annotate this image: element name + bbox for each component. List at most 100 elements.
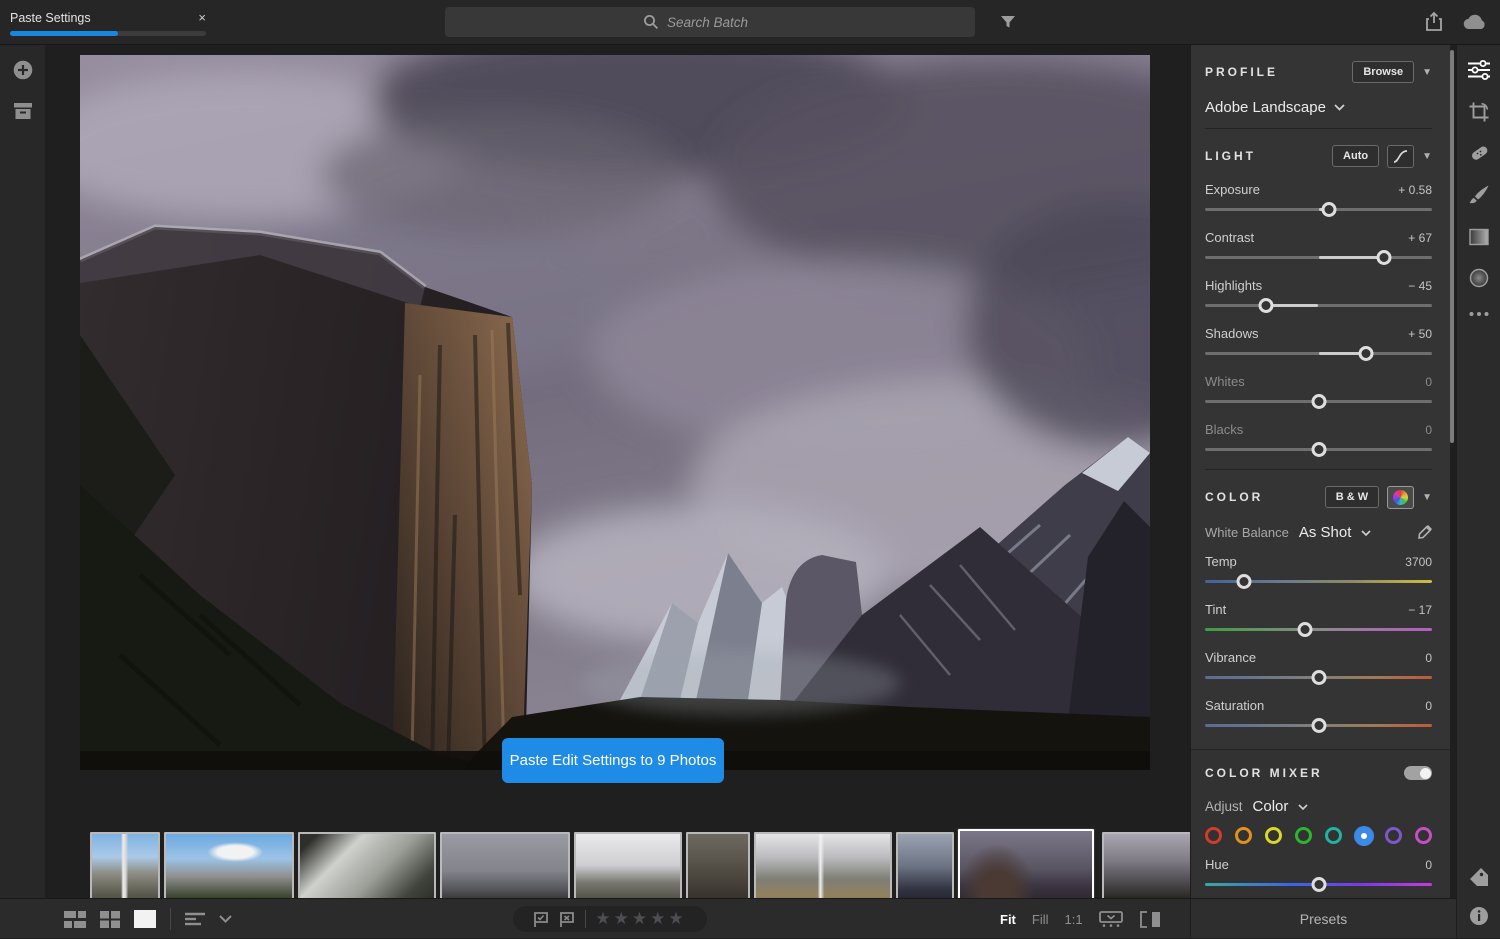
info-icon[interactable]: [1469, 906, 1489, 926]
panel-scrollbar[interactable]: [1450, 50, 1454, 443]
profile-selector[interactable]: Adobe Landscape: [1205, 99, 1432, 116]
star-rating[interactable]: ★★★★★: [595, 909, 686, 929]
exposure-slider[interactable]: Exposure + 0.58: [1205, 182, 1432, 217]
auto-button[interactable]: Auto: [1332, 145, 1380, 167]
yellow-channel-dot[interactable]: [1265, 827, 1282, 844]
slider-handle[interactable]: [1311, 394, 1326, 409]
slider-track[interactable]: [1205, 621, 1432, 637]
slider-handle[interactable]: [1236, 574, 1252, 589]
slider-track[interactable]: [1205, 573, 1432, 589]
whites-slider[interactable]: Whites 0: [1205, 374, 1432, 409]
highlights-slider[interactable]: Highlights − 45: [1205, 278, 1432, 313]
slider-handle[interactable]: [1297, 622, 1313, 637]
red-channel-dot[interactable]: [1205, 827, 1222, 844]
more-tools-icon[interactable]: [1469, 312, 1489, 317]
close-icon[interactable]: ×: [198, 10, 206, 25]
healing-brush-icon[interactable]: [1468, 142, 1490, 164]
slider-value: 0: [1425, 651, 1432, 665]
slider-label: Saturation: [1205, 698, 1265, 713]
crop-rotate-icon[interactable]: [1468, 102, 1489, 123]
paste-settings-button[interactable]: Paste Edit Settings to 9 Photos: [502, 738, 724, 783]
cloud-sync-icon[interactable]: [1461, 12, 1489, 32]
orange-channel-dot[interactable]: [1235, 827, 1252, 844]
slider-track[interactable]: [1205, 876, 1432, 892]
batch-tab[interactable]: Paste Settings ×: [10, 9, 206, 36]
contrast-slider[interactable]: Contrast + 67: [1205, 230, 1432, 265]
filmstrip-toggle-icon[interactable]: [1098, 911, 1123, 927]
slider-track[interactable]: [1205, 669, 1432, 685]
zoom-fill-button[interactable]: Fill: [1032, 912, 1049, 927]
main-photo[interactable]: [80, 55, 1150, 770]
search-input[interactable]: [667, 14, 777, 30]
eyedropper-icon[interactable]: [1417, 525, 1432, 540]
pill-divider: [585, 910, 587, 928]
before-after-icon[interactable]: [1139, 910, 1161, 928]
slider-handle[interactable]: [1376, 250, 1392, 265]
shadows-slider[interactable]: Shadows + 50: [1205, 326, 1432, 361]
profile-collapse-icon[interactable]: ▼: [1422, 67, 1432, 78]
search-field[interactable]: [445, 7, 975, 37]
left-rail: [0, 45, 45, 898]
zoom-fit-button[interactable]: Fit: [1000, 912, 1016, 927]
tint-slider[interactable]: Tint − 17: [1205, 602, 1432, 637]
grid-view-icon[interactable]: [100, 910, 120, 928]
pick-flag-icon[interactable]: [533, 911, 550, 927]
keywords-tag-icon[interactable]: [1468, 866, 1490, 888]
slider-handle[interactable]: [1321, 202, 1337, 217]
rate-flag-pill: ★★★★★: [513, 906, 707, 932]
slider-handle[interactable]: [1311, 877, 1326, 892]
filter-icon[interactable]: [1000, 14, 1016, 30]
radial-gradient-icon[interactable]: [1468, 268, 1489, 289]
purple-channel-dot[interactable]: [1385, 827, 1402, 844]
adjust-selector[interactable]: Color: [1253, 798, 1289, 815]
slider-track[interactable]: [1205, 201, 1432, 217]
reject-flag-icon[interactable]: [559, 911, 576, 927]
saturation-slider[interactable]: Saturation 0: [1205, 698, 1432, 733]
add-photos-icon[interactable]: [12, 59, 34, 81]
light-collapse-icon[interactable]: ▼: [1422, 151, 1432, 162]
slider-value: + 67: [1408, 231, 1432, 245]
sort-icon[interactable]: [185, 912, 205, 926]
hue-slider[interactable]: Hue 0: [1205, 857, 1432, 892]
tone-curve-button[interactable]: [1387, 144, 1415, 168]
blacks-slider[interactable]: Blacks 0: [1205, 422, 1432, 457]
detail-view-icon[interactable]: [134, 910, 156, 928]
browse-button[interactable]: Browse: [1352, 61, 1415, 83]
bottom-toolbar: ★★★★★ Fit Fill 1:1: [0, 898, 1190, 938]
edit-sliders-icon[interactable]: [1467, 60, 1490, 80]
temp-slider[interactable]: Temp 3700: [1205, 554, 1432, 589]
brush-icon[interactable]: [1468, 185, 1489, 206]
teal-channel-dot[interactable]: [1325, 827, 1342, 844]
color-mixer-toggle[interactable]: [1404, 766, 1432, 780]
slider-track[interactable]: [1205, 393, 1432, 409]
slider-track[interactable]: [1205, 441, 1432, 457]
green-channel-dot[interactable]: [1295, 827, 1312, 844]
slider-handle[interactable]: [1311, 670, 1326, 685]
slider-label: Temp: [1205, 554, 1237, 569]
slider-handle[interactable]: [1311, 442, 1326, 457]
presets-button[interactable]: Presets: [1190, 898, 1456, 938]
color-wheel-button[interactable]: [1387, 485, 1415, 509]
blue-channel-dot-selected[interactable]: [1353, 825, 1374, 846]
white-balance-selector[interactable]: As Shot: [1299, 524, 1352, 541]
sort-chevron-icon[interactable]: [219, 915, 232, 923]
magenta-channel-dot[interactable]: [1415, 827, 1432, 844]
color-collapse-icon[interactable]: ▼: [1422, 492, 1432, 503]
slider-track[interactable]: [1205, 249, 1432, 265]
slider-track[interactable]: [1205, 297, 1432, 313]
albums-icon[interactable]: [13, 102, 33, 120]
share-icon[interactable]: [1425, 11, 1443, 32]
slider-track[interactable]: [1205, 717, 1432, 733]
slider-handle[interactable]: [1311, 718, 1326, 733]
paste-progress-bar: [10, 31, 206, 36]
zoom-1to1-button[interactable]: 1:1: [1065, 912, 1083, 927]
vibrance-slider[interactable]: Vibrance 0: [1205, 650, 1432, 685]
bw-button[interactable]: B & W: [1324, 486, 1380, 508]
slider-track[interactable]: [1205, 345, 1432, 361]
slider-handle[interactable]: [1258, 298, 1274, 313]
slider-handle[interactable]: [1358, 346, 1374, 361]
photo-canvas: Paste Edit Settings to 9 Photos: [45, 45, 1230, 935]
mosaic-view-icon[interactable]: [64, 910, 86, 928]
slider-label: Contrast: [1205, 230, 1255, 245]
linear-gradient-icon[interactable]: [1468, 228, 1489, 246]
